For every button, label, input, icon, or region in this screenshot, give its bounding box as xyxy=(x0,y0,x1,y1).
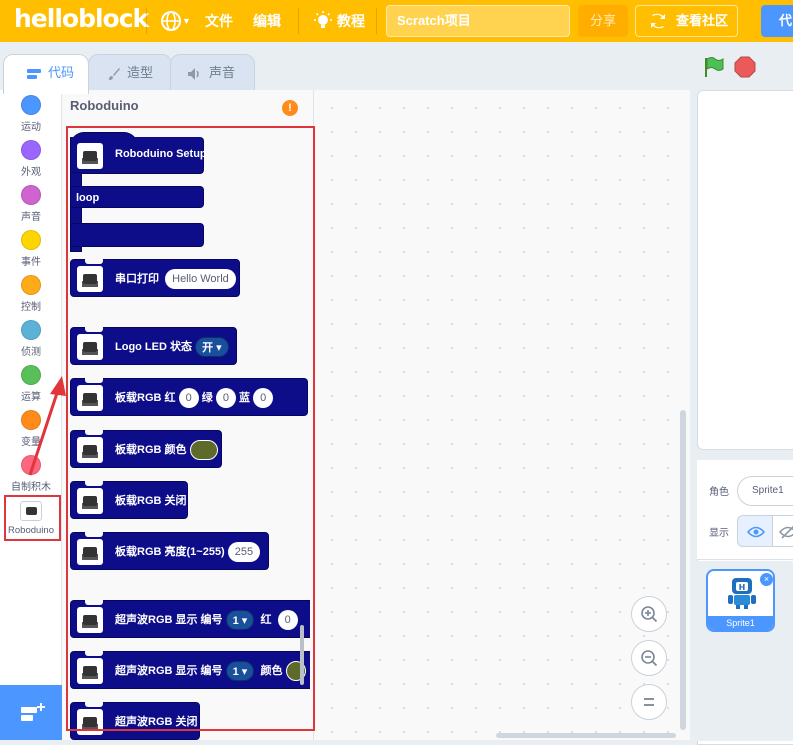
zoom-in-icon xyxy=(641,606,658,623)
category-label: 侦测 xyxy=(21,347,41,358)
project-title-input[interactable]: Scratch项目 xyxy=(386,5,570,37)
show-label: 显示 xyxy=(709,528,729,539)
menu-divider xyxy=(376,8,377,34)
category-motion[interactable]: 运动 xyxy=(0,90,62,135)
zoom-out-button[interactable] xyxy=(631,640,667,676)
see-community-button[interactable]: 查看社区 xyxy=(635,5,738,37)
tab-code-label: 代码 xyxy=(48,65,75,80)
zoom-reset-button[interactable] xyxy=(631,684,667,720)
eye-icon xyxy=(747,526,765,538)
tutorials-menu[interactable]: 教程 xyxy=(310,0,380,42)
category-label: 运动 xyxy=(21,122,41,133)
category-label: 声音 xyxy=(21,212,41,223)
eye-slash-icon xyxy=(779,525,793,539)
palette-title: Roboduino xyxy=(70,98,139,113)
sprite-info-panel: 角色 Sprite1 显示 xyxy=(697,460,793,560)
sprite-name-label: 角色 xyxy=(709,487,729,498)
add-extension-button[interactable] xyxy=(0,685,62,740)
category-dot xyxy=(21,275,41,295)
annotation-arrow xyxy=(28,376,66,476)
warning-icon[interactable]: ! xyxy=(282,100,298,116)
sprite-thumbnail-label: Sprite1 xyxy=(708,616,773,630)
category-label: 事件 xyxy=(21,257,41,268)
category-dot xyxy=(21,185,41,205)
stage-canvas[interactable] xyxy=(697,90,793,450)
tab-costumes[interactable]: 造型 xyxy=(88,54,172,92)
svg-text:H: H xyxy=(739,583,746,592)
category-control[interactable]: 控制 xyxy=(0,270,62,315)
lightbulb-icon xyxy=(314,11,332,28)
category-sound[interactable]: 声音 xyxy=(0,180,62,225)
hide-sprite-button[interactable] xyxy=(772,515,793,547)
language-menu[interactable]: ▼ xyxy=(158,0,192,42)
add-extension-icon xyxy=(21,703,45,721)
community-icon xyxy=(651,13,665,29)
menu-divider xyxy=(298,8,299,34)
code-button[interactable]: 代 xyxy=(761,5,793,37)
stop-icon[interactable] xyxy=(734,56,756,78)
category-dot xyxy=(21,230,41,250)
zoom-out-icon xyxy=(641,650,658,667)
green-flag-icon[interactable] xyxy=(702,56,724,78)
highlight-box-category xyxy=(4,495,61,541)
category-dot xyxy=(21,140,41,160)
chevron-down-icon: ▼ xyxy=(182,16,191,26)
code-icon xyxy=(27,68,41,79)
tab-sounds-label: 声音 xyxy=(209,65,236,80)
highlight-box-blocks xyxy=(66,126,315,731)
file-menu[interactable]: 文件 xyxy=(205,0,233,42)
zoom-in-button[interactable] xyxy=(631,596,667,632)
category-sensing[interactable]: 侦测 xyxy=(0,315,62,360)
show-sprite-button[interactable] xyxy=(737,515,773,547)
sprite-robot-icon: H xyxy=(728,578,756,609)
tab-costumes-label: 造型 xyxy=(127,65,154,80)
delete-sprite-icon[interactable]: × xyxy=(760,573,773,586)
category-label: 控制 xyxy=(21,302,41,313)
sprite-thumbnail[interactable]: H Sprite1 × xyxy=(706,569,775,632)
category-dot xyxy=(21,320,41,340)
sprite-name-input[interactable]: Sprite1 xyxy=(737,476,793,506)
category-label: 自制积木 xyxy=(11,482,51,493)
menu-bar: helloblock ▼ 文件 编辑 教程 Scratch项目 分享 查看社区 … xyxy=(0,0,793,42)
category-events[interactable]: 事件 xyxy=(0,225,62,270)
helloblock-logo[interactable]: helloblock xyxy=(14,4,149,33)
menu-divider xyxy=(146,8,147,34)
category-looks[interactable]: 外观 xyxy=(0,135,62,180)
category-label: 外观 xyxy=(21,167,41,178)
workspace-scrollbar-horizontal[interactable] xyxy=(496,733,676,738)
script-workspace[interactable] xyxy=(314,90,690,740)
workspace-scrollbar-vertical[interactable] xyxy=(680,410,686,730)
category-dot xyxy=(21,95,41,115)
tab-sounds[interactable]: 声音 xyxy=(170,54,255,92)
speaker-icon xyxy=(188,67,199,80)
edit-menu[interactable]: 编辑 xyxy=(253,0,281,42)
tab-code[interactable]: 代码 xyxy=(3,54,89,94)
globe-icon xyxy=(161,11,181,31)
see-community-label: 查看社区 xyxy=(676,13,729,28)
equals-icon xyxy=(644,698,654,706)
tutorials-label: 教程 xyxy=(337,13,365,29)
brush-icon xyxy=(109,67,120,80)
share-button[interactable]: 分享 xyxy=(578,5,628,37)
